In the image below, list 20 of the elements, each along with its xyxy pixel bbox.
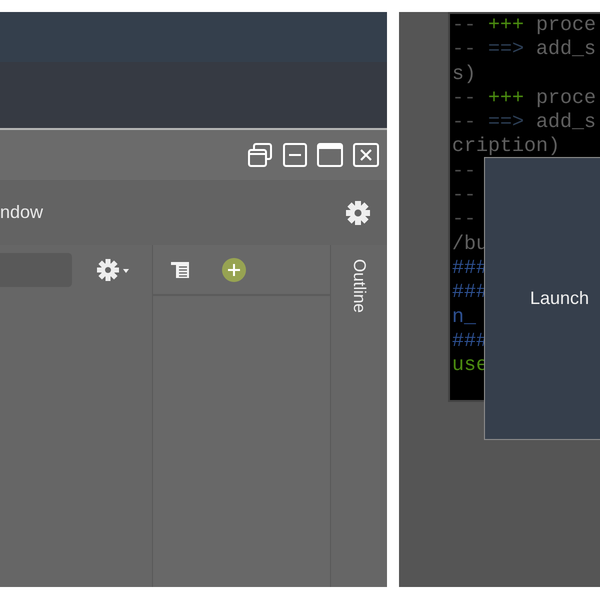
terminal-line: cription)	[452, 135, 560, 160]
dialog-label: Launch	[530, 288, 590, 309]
restore-icon[interactable]	[247, 142, 273, 168]
terminal-line: -- ==> add_s	[452, 111, 596, 136]
terminal-line: -- ==> add_s	[452, 38, 596, 63]
outline-tab[interactable]: Outline	[349, 259, 369, 313]
toolbar-title: ndow	[0, 202, 44, 223]
terminal-line: s)	[452, 62, 476, 87]
gear-menu-icon[interactable]	[96, 258, 130, 282]
terminal-line: --	[452, 160, 476, 184]
list-icon[interactable]	[170, 260, 192, 278]
terminal-line: -- +++ proce	[452, 14, 596, 38]
terminal-line: --	[452, 208, 476, 233]
minimize-icon[interactable]	[283, 143, 307, 167]
terminal-line: -- +++ proce	[452, 86, 596, 112]
close-icon[interactable]	[353, 143, 379, 167]
terminal-line: n_	[452, 306, 476, 330]
add-icon[interactable]	[222, 258, 246, 282]
terminal-line: --	[452, 184, 476, 208]
maximize-icon[interactable]	[317, 143, 343, 167]
